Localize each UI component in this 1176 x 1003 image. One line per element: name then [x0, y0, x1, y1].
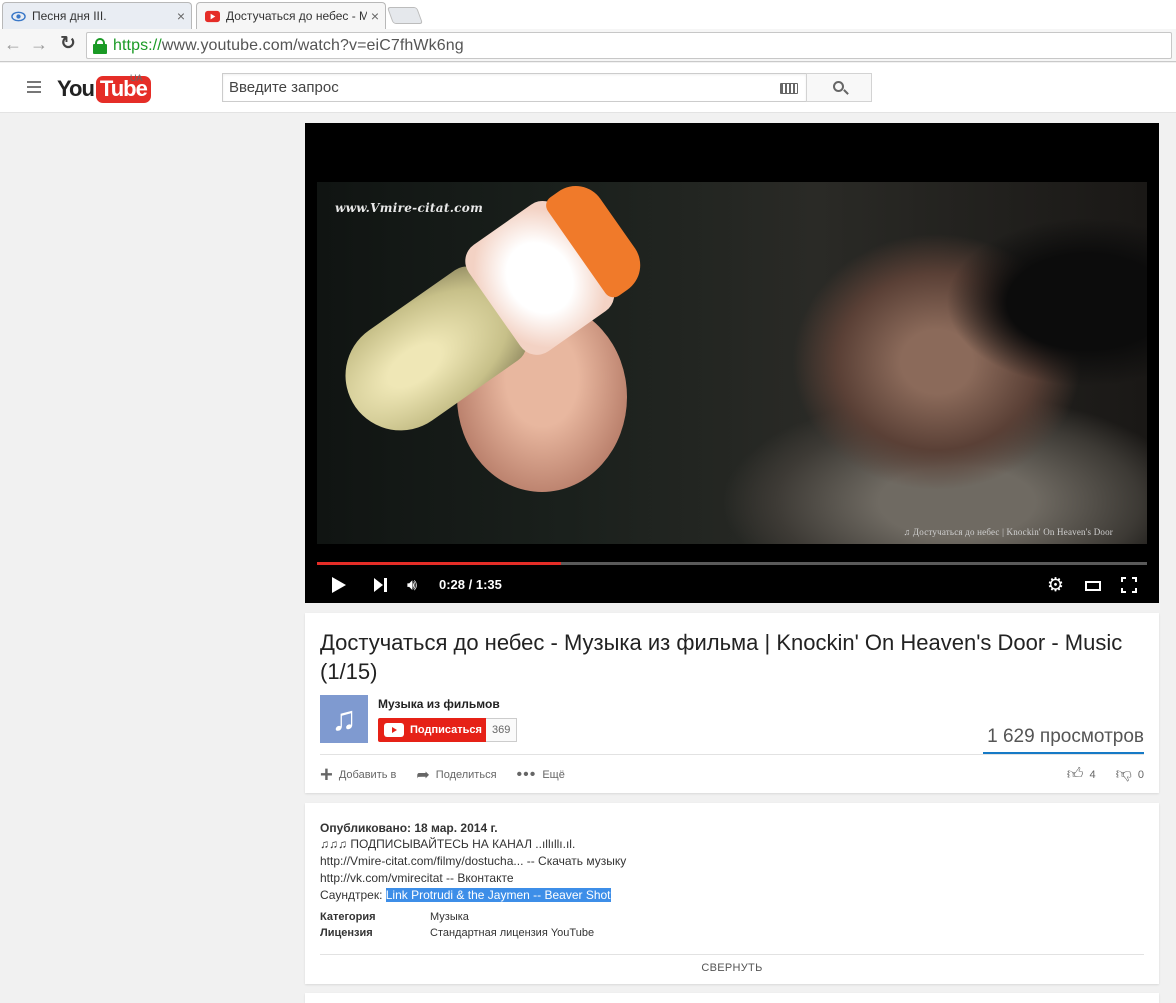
progress-bar[interactable]: [317, 562, 1147, 565]
next-icon[interactable]: [374, 578, 388, 592]
guide-menu-icon[interactable]: [27, 81, 41, 96]
play-icon[interactable]: [332, 577, 346, 593]
logo-tube-text: Tube: [95, 75, 151, 103]
url-scheme: https://: [113, 36, 162, 54]
theater-mode-icon[interactable]: [1085, 581, 1101, 591]
thumbs-down-icon[interactable]: 👎︎: [1116, 765, 1132, 784]
share-button[interactable]: ➦ Поделиться: [416, 765, 496, 785]
eye-icon: [11, 11, 26, 21]
subscribe-button[interactable]: Подписаться: [378, 718, 490, 742]
tab-title: Достучаться до небес - M: [226, 9, 367, 23]
video-title: Достучаться до небес - Музыка из фильма …: [320, 630, 1123, 684]
video-frame[interactable]: www.Vmire-citat.com ♫ Достучаться до неб…: [317, 182, 1147, 544]
tab-close-icon[interactable]: ×: [371, 8, 379, 24]
reload-icon[interactable]: ↻: [57, 32, 79, 55]
search-box: [222, 73, 807, 102]
view-count: 1 629 просмотров: [987, 726, 1144, 747]
dislike-count: 0: [1137, 768, 1144, 781]
fullscreen-icon[interactable]: [1121, 577, 1137, 593]
category-value[interactable]: Музыка: [430, 911, 469, 923]
url-path: www.youtube.com/watch?v=eiC7fhWk6ng: [161, 36, 464, 54]
browser-tab-youtube[interactable]: Достучаться до небес - M ×: [196, 2, 386, 29]
category-label: Категория: [320, 911, 376, 923]
description-card: Опубликовано: 18 мар. 2014 г. ♫♫♫ ПОДПИС…: [305, 803, 1159, 984]
share-label: Поделиться: [435, 769, 497, 781]
lock-icon: [93, 37, 107, 54]
youtube-play-icon: [384, 723, 404, 737]
back-arrow-icon[interactable]: ←: [2, 34, 24, 55]
like-count: 4: [1089, 768, 1096, 781]
region-badge: UA: [130, 73, 143, 83]
subscriber-count: 369: [486, 718, 518, 742]
logo-you-text: You: [57, 76, 95, 101]
browser-tab-pesnya-dnya[interactable]: Песня дня III. ×: [2, 2, 192, 29]
video-player[interactable]: www.Vmire-citat.com ♫ Достучаться до неб…: [305, 123, 1159, 603]
more-button[interactable]: ••• Ещё: [517, 766, 565, 784]
license-value: Стандартная лицензия YouTube: [430, 927, 595, 939]
video-info-card: Достучаться до небес - Музыка из фильма …: [305, 613, 1159, 793]
subscribe-label: Подписаться: [410, 724, 482, 736]
youtube-favicon-icon: [205, 10, 220, 22]
comments-card: [305, 993, 1159, 1003]
more-dots-icon: •••: [516, 766, 537, 783]
youtube-header: You Tube UA: [0, 63, 1176, 113]
divider: [320, 954, 1144, 955]
published-date: Опубликовано: 18 мар. 2014 г.: [320, 821, 498, 835]
more-label: Ещё: [542, 769, 565, 781]
video-actions: + Добавить в ➦ Поделиться ••• Ещё: [320, 762, 565, 787]
collapse-button[interactable]: СВЕРНУТЬ: [305, 962, 1159, 974]
video-caption-overlay: ♫ Достучаться до небес | Knockin' On Hea…: [903, 527, 1113, 537]
time-display: 0:28 / 1:35: [439, 577, 502, 592]
player-controls: 🔊︎ 0:28 / 1:35 ⚙: [305, 567, 1159, 603]
share-arrow-icon: ➦: [416, 767, 430, 784]
thumbs-up-icon[interactable]: 👍︎: [1067, 765, 1084, 784]
volume-icon[interactable]: 🔊︎: [407, 577, 417, 595]
search-input[interactable]: [223, 74, 763, 101]
progress-played: [317, 562, 562, 565]
plus-icon: +: [320, 762, 333, 787]
description-soundtrack: Саундтрек: Link Protrudi & the Jaymen --…: [320, 888, 611, 902]
like-dislike-group: 👍︎ 4 👎︎ 0: [1067, 765, 1144, 784]
url-text: https://www.youtube.com/watch?v=eiC7fhWk…: [113, 37, 464, 55]
browser-tab-bar: Песня дня III. × Достучаться до небес - …: [0, 0, 1176, 30]
keyboard-icon[interactable]: [780, 83, 798, 94]
channel-name[interactable]: Музыка из фильмов: [378, 697, 500, 711]
settings-gear-icon[interactable]: ⚙: [1047, 574, 1064, 597]
tab-title: Песня дня III.: [32, 9, 107, 23]
video-watermark: www.Vmire-citat.com: [335, 201, 484, 215]
add-to-label: Добавить в: [338, 769, 397, 781]
browser-toolbar: ← → ↻ https://www.youtube.com/watch?v=ei…: [0, 29, 1176, 62]
description-line: ♫♫♫ ПОДПИСЫВАЙТЕСЬ НА КАНАЛ ..ıllıllı.ıl…: [320, 837, 576, 851]
description-link-vk[interactable]: http://vk.com/vmirecitat -- Вконтакте: [320, 871, 514, 885]
channel-avatar[interactable]: ♫: [320, 695, 368, 743]
soundtrack-label: Саундтрек:: [320, 888, 386, 902]
forward-arrow-icon[interactable]: →: [28, 34, 50, 55]
new-tab-button[interactable]: [386, 7, 424, 24]
tab-close-icon[interactable]: ×: [177, 8, 185, 24]
add-to-button[interactable]: + Добавить в: [320, 762, 397, 787]
soundtrack-value[interactable]: Link Protrudi & the Jaymen -- Beaver Sho…: [385, 888, 611, 902]
description-link-download[interactable]: http://Vmire-citat.com/filmy/dostucha...…: [320, 854, 626, 868]
divider: [320, 754, 1144, 755]
address-bar[interactable]: https://www.youtube.com/watch?v=eiC7fhWk…: [86, 32, 1172, 59]
license-label: Лицензия: [320, 927, 373, 939]
search-button[interactable]: [806, 73, 872, 102]
